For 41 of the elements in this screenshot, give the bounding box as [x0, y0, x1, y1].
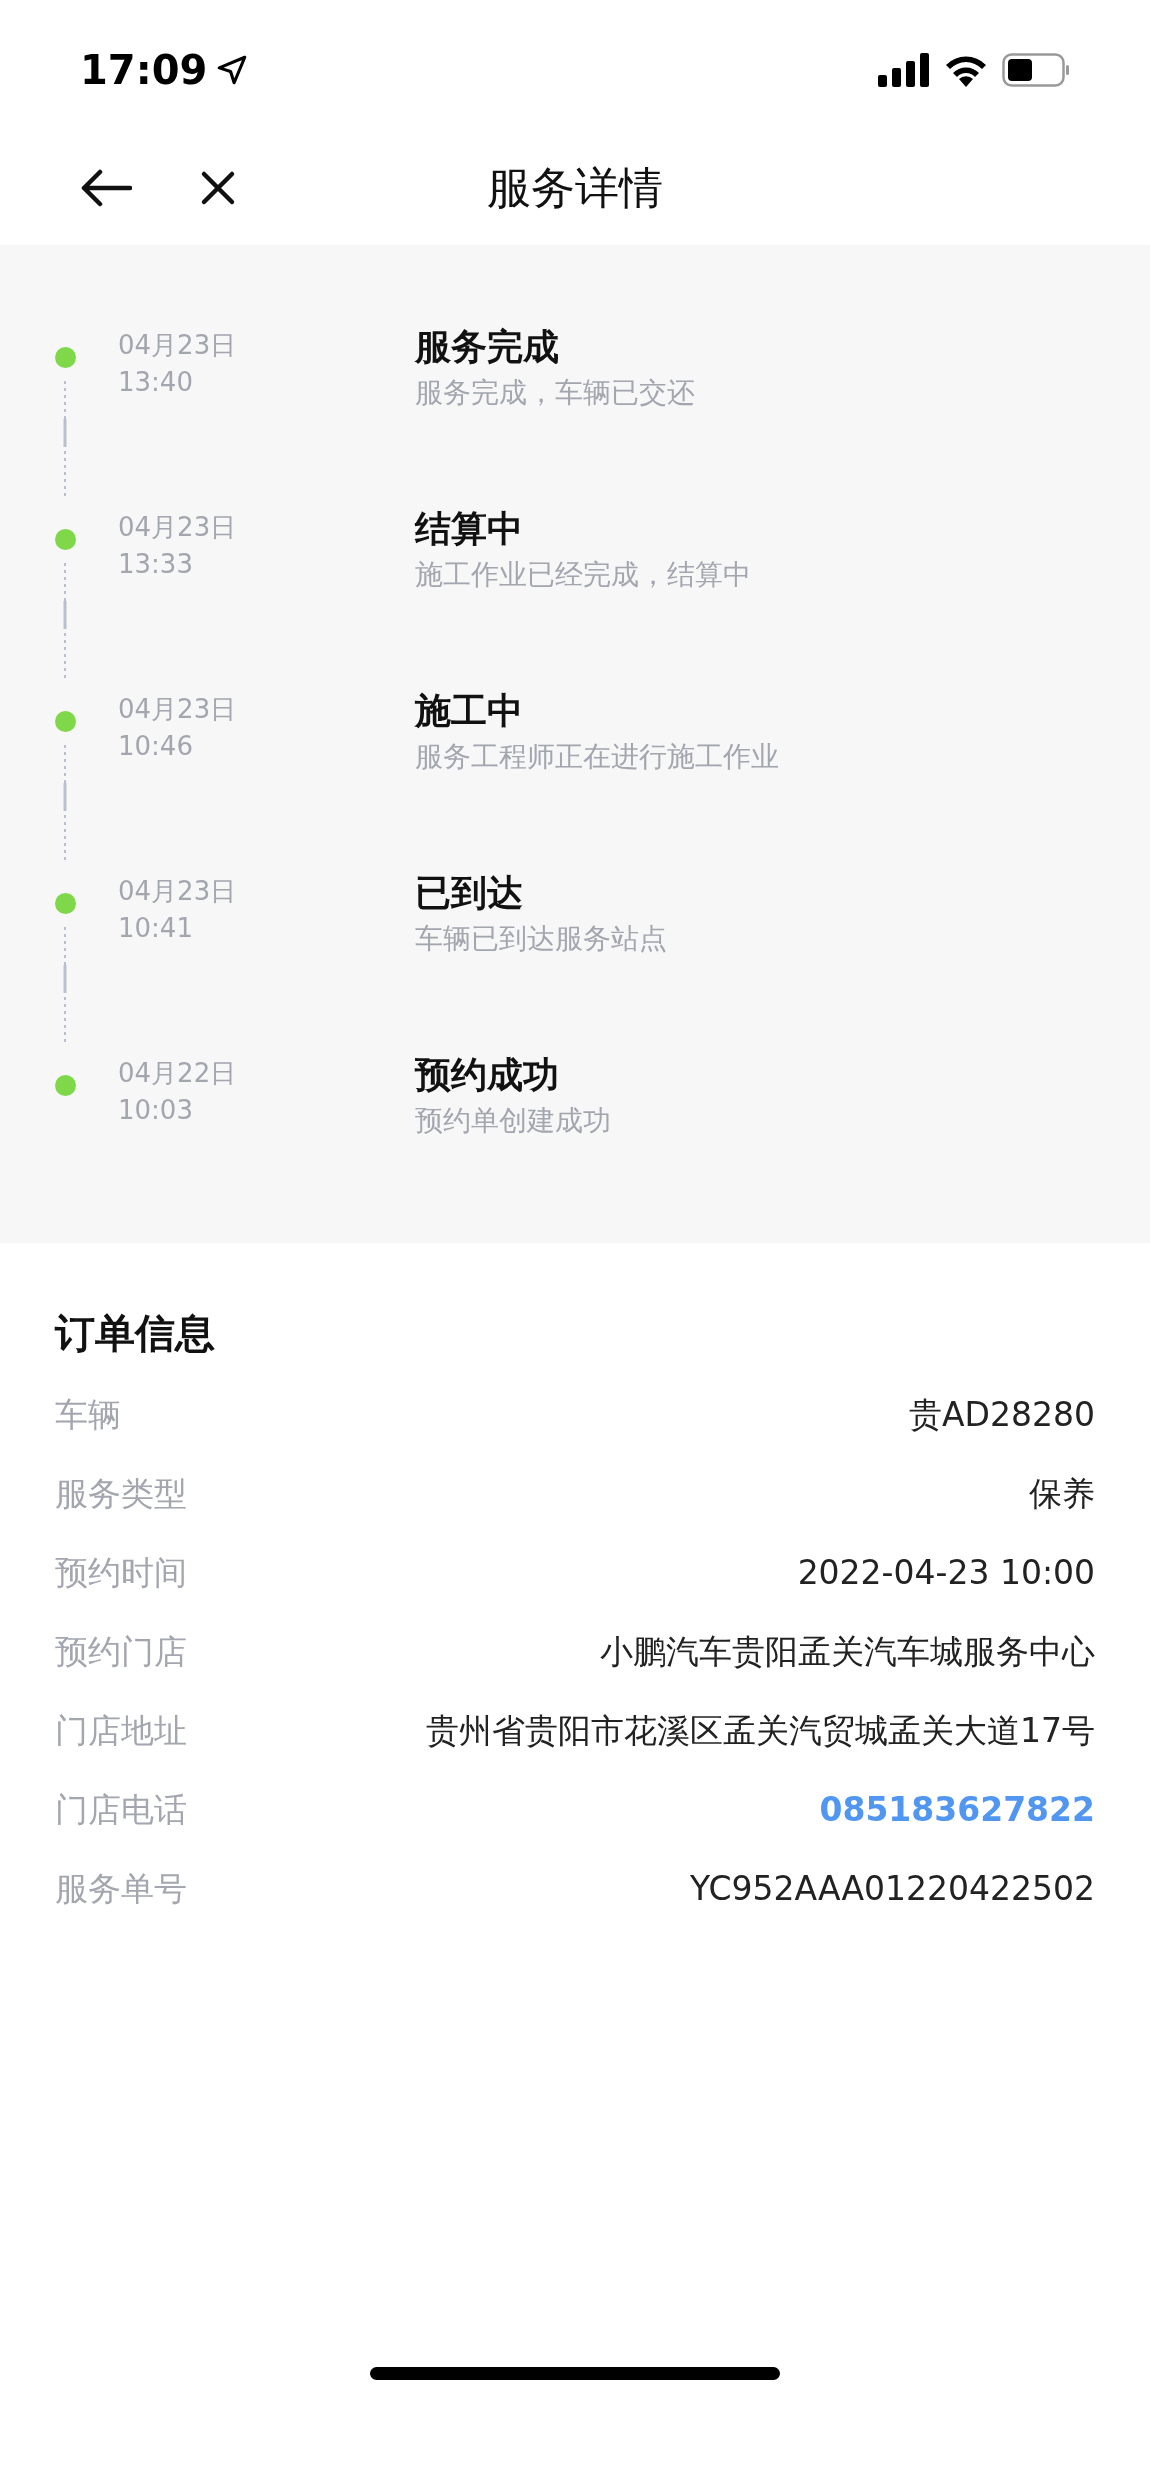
signal-icon — [878, 53, 930, 87]
event-time: 10:03 — [118, 1094, 194, 1127]
battery-icon — [1002, 53, 1070, 87]
field-value: 保养 — [1029, 1472, 1095, 1515]
field-value: 贵AD28280 — [909, 1393, 1095, 1436]
page-title: 服务详情 — [487, 160, 663, 215]
event-description: 施工作业已经完成，结算中 — [415, 557, 751, 593]
event-title: 已到达 — [415, 871, 524, 915]
event-description: 车辆已到达服务站点 — [415, 921, 667, 957]
back-button[interactable] — [80, 168, 132, 208]
event-title: 服务完成 — [415, 325, 560, 369]
field-label: 预约时间 — [55, 1551, 187, 1594]
field-label: 预约门店 — [55, 1630, 187, 1673]
event-description: 服务工程师正在进行施工作业 — [415, 739, 779, 775]
section-title: 订单信息 — [55, 1309, 216, 1358]
event-title: 预约成功 — [415, 1053, 560, 1097]
field-value: 小鹏汽车贵阳孟关汽车城服务中心 — [600, 1630, 1095, 1673]
event-time: 10:41 — [118, 912, 194, 945]
event-time: 13:33 — [118, 548, 194, 581]
field-label: 门店地址 — [55, 1709, 187, 1752]
event-time: 13:40 — [118, 366, 194, 399]
phone-link[interactable]: 085183627822 — [819, 1784, 1095, 1835]
field-label: 门店电话 — [55, 1788, 187, 1831]
event-time: 10:46 — [118, 730, 194, 763]
field-value: 贵州省贵阳市花溪区孟关汽贸城孟关大道17号 — [426, 1709, 1095, 1752]
field-label: 服务单号 — [55, 1867, 187, 1910]
close-button[interactable] — [200, 170, 236, 206]
field-value: 2022-04-23 10:00 — [797, 1551, 1095, 1594]
field-label: 车辆 — [55, 1393, 121, 1436]
event-title: 施工中 — [415, 689, 524, 733]
event-description: 服务完成，车辆已交还 — [415, 375, 695, 411]
field-value: YC952AAA01220422502 — [690, 1867, 1095, 1910]
event-date: 04月22日 — [118, 1057, 238, 1090]
event-title: 结算中 — [415, 507, 524, 551]
event-date: 04月23日 — [118, 511, 238, 544]
status-time: 17:09 — [80, 46, 208, 95]
event-description: 预约单创建成功 — [415, 1103, 611, 1139]
field-label: 服务类型 — [55, 1472, 187, 1515]
event-date: 04月23日 — [118, 875, 238, 908]
event-date: 04月23日 — [118, 693, 238, 726]
event-date: 04月23日 — [118, 329, 238, 362]
